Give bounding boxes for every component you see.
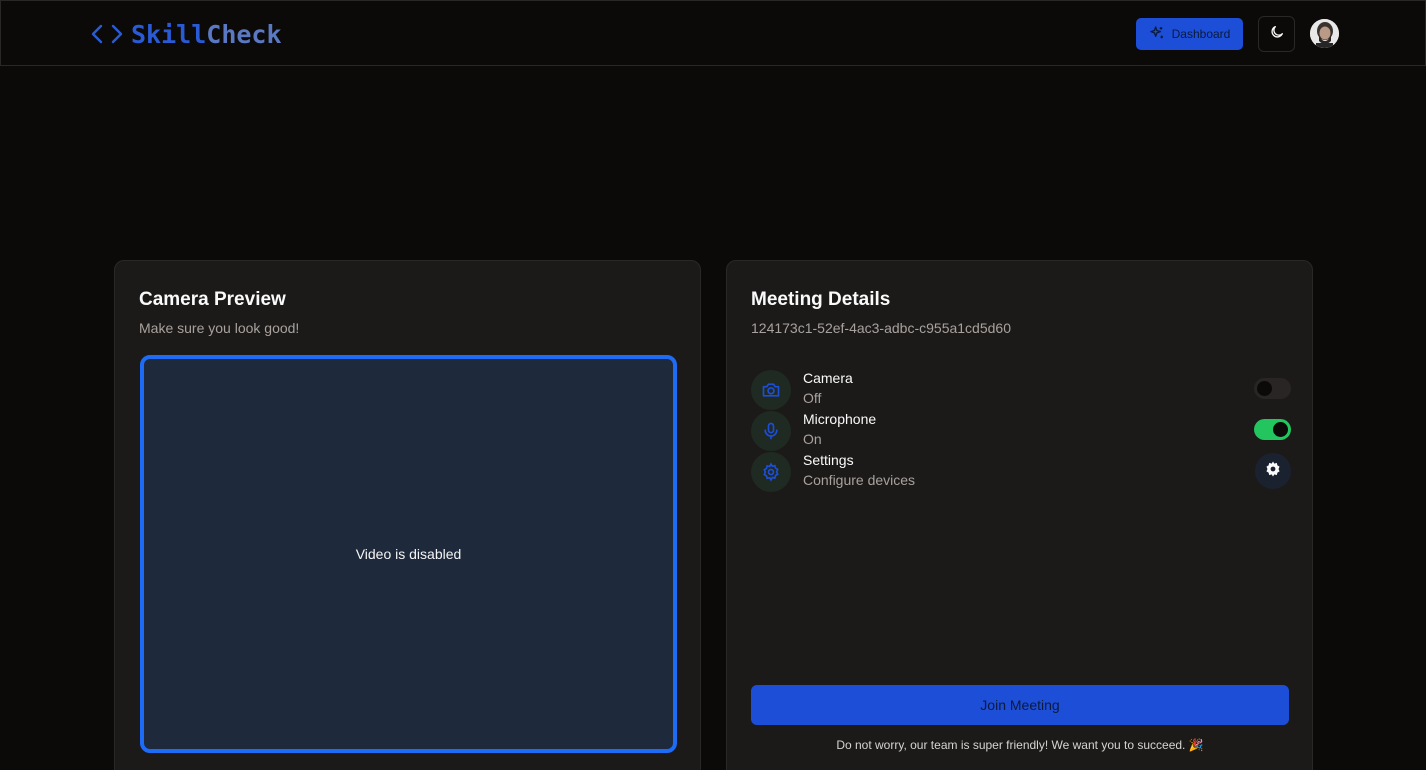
app-name-part2: Check — [206, 19, 282, 49]
device-row-settings: Settings Configure devices — [751, 452, 1291, 492]
microphone-icon — [751, 411, 791, 451]
device-row-microphone: Microphone On — [751, 411, 1291, 451]
dashboard-button[interactable]: Dashboard — [1136, 18, 1243, 50]
meeting-details-card: Meeting Details 124173c1-52ef-4ac3-adbc-… — [726, 260, 1313, 770]
device-status-settings: Configure devices — [803, 472, 916, 488]
join-meeting-button[interactable]: Join Meeting — [751, 685, 1289, 725]
device-status-microphone: On — [803, 431, 822, 447]
camera-icon — [751, 370, 791, 410]
device-name-settings: Settings — [803, 452, 854, 468]
toggle-knob — [1273, 422, 1288, 437]
video-preview: Video is disabled — [140, 355, 677, 753]
toggle-knob — [1257, 381, 1272, 396]
device-name-microphone: Microphone — [803, 411, 877, 427]
camera-preview-title: Camera Preview — [139, 289, 286, 310]
settings-gear-button[interactable] — [1255, 453, 1291, 489]
app-name: SkillCheck — [131, 20, 282, 49]
device-status-camera: Off — [803, 390, 822, 406]
sparkles-icon — [1149, 25, 1165, 44]
code-brackets-icon — [91, 22, 123, 46]
moon-icon — [1269, 24, 1285, 45]
app-name-part1: Skill — [131, 19, 207, 49]
dashboard-label: Dashboard — [1171, 27, 1231, 41]
top-navbar: SkillCheck Dashboard — [0, 0, 1426, 66]
theme-toggle-button[interactable] — [1258, 16, 1295, 52]
meeting-id: 124173c1-52ef-4ac3-adbc-c955a1cd5d60 — [751, 320, 1011, 336]
camera-toggle[interactable] — [1254, 378, 1291, 399]
settings-icon — [751, 452, 791, 492]
video-disabled-message: Video is disabled — [355, 546, 462, 562]
app-logo[interactable]: SkillCheck — [91, 19, 282, 49]
user-avatar[interactable] — [1310, 19, 1339, 48]
gear-icon — [1264, 460, 1282, 483]
microphone-toggle[interactable] — [1254, 419, 1291, 440]
camera-preview-card: Camera Preview Make sure you look good! … — [114, 260, 701, 770]
camera-preview-subtitle: Make sure you look good! — [139, 320, 300, 336]
device-name-camera: Camera — [803, 370, 853, 386]
encouragement-note: Do not worry, our team is super friendly… — [836, 738, 1204, 752]
device-row-camera: Camera Off — [751, 370, 1291, 410]
meeting-details-title: Meeting Details — [751, 289, 891, 310]
